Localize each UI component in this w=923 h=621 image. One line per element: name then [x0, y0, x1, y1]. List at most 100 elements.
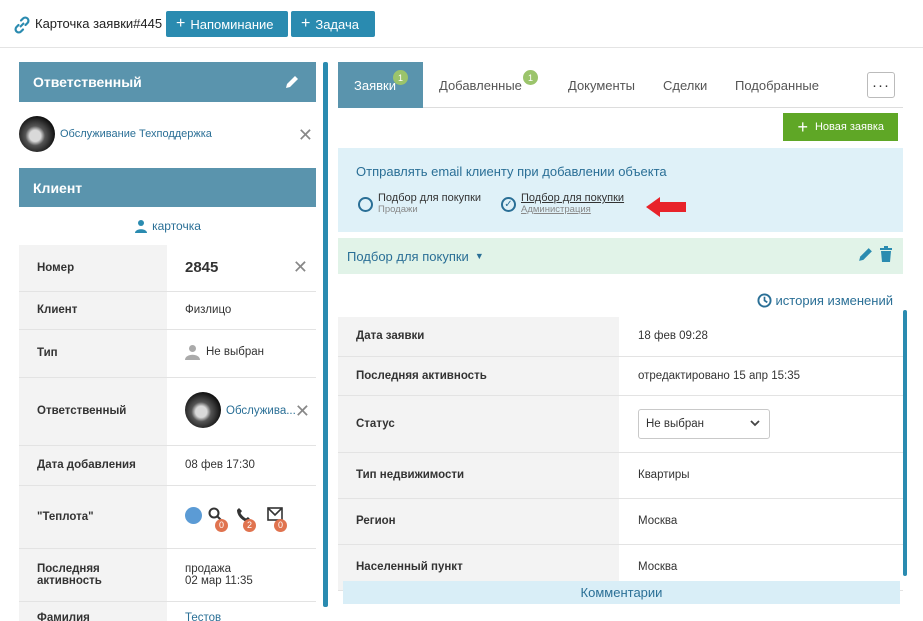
table-row: Тип Не выбран [19, 329, 316, 378]
avatar [185, 391, 221, 428]
page-title: Карточка заявки#445 [35, 16, 163, 31]
activity-type: продажа [185, 562, 231, 575]
row-value: 2845 ✕ [167, 245, 316, 292]
tab-deals[interactable]: Сделки [663, 62, 707, 108]
table-row: Ответственный Обслужива... ✕ [19, 377, 316, 446]
close-icon[interactable]: ✕ [293, 258, 308, 276]
row-key: Тип недвижимости [338, 452, 619, 499]
tab-requests[interactable]: Заявки [338, 62, 423, 108]
option-sublabel: Администрация [521, 204, 591, 215]
row-key: Клиент [19, 291, 167, 330]
responsible-section-header: Ответственный [19, 62, 316, 102]
top-bar: Карточка заявки#445 + Напоминание + Зада… [0, 0, 923, 48]
left-panel: Ответственный Обслуживание Техподдержка … [19, 62, 316, 621]
row-value: Москва [619, 498, 903, 545]
tab-documents[interactable]: Документы [568, 62, 635, 108]
row-key: Регион [338, 498, 619, 545]
comments-bar[interactable]: Комментарии [343, 581, 900, 604]
responsible-heading: Ответственный [33, 74, 142, 90]
tab-added[interactable]: Добавленные [439, 62, 522, 108]
avatar [19, 116, 55, 152]
person-icon [185, 344, 200, 360]
pencil-icon[interactable] [284, 74, 300, 90]
red-arrow-icon [646, 197, 686, 217]
trash-icon[interactable] [879, 246, 893, 262]
row-key: Тип [19, 329, 167, 378]
new-request-label: Новая заявка [814, 121, 884, 133]
row-key: Фамилия [19, 601, 167, 621]
link-icon [14, 16, 30, 34]
reminder-label: Напоминание [190, 16, 274, 32]
mail-count-badge: 0 [274, 518, 287, 532]
client-heading: Клиент [33, 179, 83, 196]
phone-count-badge: 2 [243, 518, 256, 532]
left-scrollbar[interactable] [323, 62, 328, 607]
history-label: история изменений [775, 293, 893, 308]
row-key: Дата добавления [19, 445, 167, 486]
client-card-link[interactable]: карточка [19, 207, 316, 245]
radio-unchecked-icon[interactable] [358, 197, 373, 212]
client-section-header: Клиент [19, 168, 316, 207]
request-table: Дата заявки 18 фев 09:28 Последняя актив… [338, 317, 903, 591]
row-value: 08 фев 17:30 [167, 445, 316, 486]
table-row: Номер 2845 ✕ [19, 245, 316, 292]
row-value: продажа 02 мар 11:35 [167, 548, 316, 602]
tab-matched[interactable]: Подобранные [735, 62, 819, 108]
row-value[interactable]: Тестов [167, 601, 316, 621]
edit-icon[interactable] [857, 246, 874, 263]
caret-down-icon[interactable]: ▼ [475, 251, 484, 261]
more-button[interactable]: ··· [867, 72, 895, 98]
responsible-value-link[interactable]: Обслужива... [226, 405, 296, 417]
new-request-button[interactable]: + Новая заявка [783, 113, 898, 141]
row-value: Физлицо [167, 291, 316, 330]
row-value: Не выбран [167, 329, 316, 378]
close-icon[interactable]: ✕ [295, 402, 310, 420]
right-scrollbar[interactable] [903, 310, 907, 576]
type-value: Не выбран [206, 345, 264, 358]
heat-dot-icon [185, 506, 202, 524]
activity-date: 02 мар 11:35 [185, 574, 253, 587]
chevron-down-icon [750, 419, 760, 426]
responsible-name-link[interactable]: Обслуживание Техподдержка [60, 128, 212, 140]
row-value: Обслужива... ✕ [167, 377, 316, 446]
table-row: Дата заявки 18 фев 09:28 [338, 317, 903, 357]
status-value: Не выбран [646, 417, 704, 430]
option-label: Подбор для покупки [378, 192, 482, 204]
right-panel: Заявки 1 Добавленные 1 Документы Сделки … [338, 62, 903, 602]
row-value: 18 фев 09:28 [619, 317, 903, 357]
email-option-admin[interactable]: ✓ Подбор для покупки Администрация [501, 192, 624, 215]
plus-icon: + [797, 117, 808, 137]
add-task-button[interactable]: + Задача [291, 11, 375, 37]
row-key: Ответственный [19, 377, 167, 446]
responsible-row: Обслуживание Техподдержка ✕ [19, 102, 316, 168]
row-key: Последняя активность [338, 356, 619, 396]
card-link-label: карточка [152, 219, 201, 233]
plus-icon: + [176, 15, 186, 32]
add-reminder-button[interactable]: + Напоминание [166, 11, 288, 37]
history-link[interactable]: история изменений [757, 293, 893, 308]
email-notify-box: Отправлять email клиенту при добавлении … [338, 148, 903, 232]
table-row: "Теплота" 0 2 0 [19, 485, 316, 549]
number-value: 2845 [185, 259, 219, 277]
row-value: Квартиры [619, 452, 903, 499]
close-icon[interactable]: ✕ [298, 126, 313, 144]
status-select[interactable]: Не выбран [638, 408, 770, 439]
email-option-sales[interactable]: Подбор для покупки Продажи [358, 192, 481, 215]
task-label: Задача [315, 16, 359, 32]
table-row: Последняя активность продажа 02 мар 11:3… [19, 548, 316, 602]
client-info-table: Номер 2845 ✕ Клиент Физлицо Тип Не выбра… [19, 245, 316, 621]
table-row: Последняя активность отредактировано 15 … [338, 356, 903, 396]
clock-icon [757, 293, 772, 308]
radio-checked-icon[interactable]: ✓ [501, 197, 516, 212]
tab-label: Документы [568, 77, 636, 93]
table-row: Регион Москва [338, 498, 903, 545]
search-count-badge: 0 [215, 518, 228, 532]
table-row: Фамилия Тестов [19, 601, 316, 621]
tab-label: Подобранные [735, 77, 819, 93]
row-key: Дата заявки [338, 317, 619, 357]
selection-actions [857, 246, 893, 263]
tab-label: Добавленные [439, 77, 522, 93]
selection-header[interactable]: Подбор для покупки ▼ [338, 238, 903, 274]
selection-title: Подбор для покупки [347, 248, 469, 264]
option-label: Подбор для покупки [521, 192, 625, 204]
